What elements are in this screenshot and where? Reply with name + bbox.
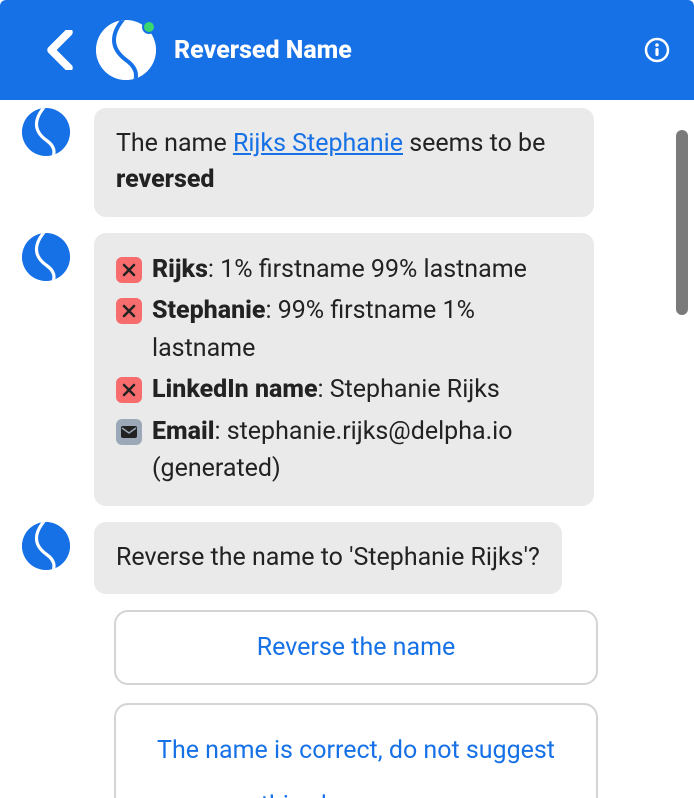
message-row: The name Rijks Stephanie seems to be rev… — [22, 108, 672, 217]
detail-row: Stephanie: 99% firstname 1% lastname — [116, 292, 572, 367]
x-icon — [116, 298, 142, 324]
email-icon — [116, 419, 142, 445]
detail-text: Stephanie: 99% firstname 1% lastname — [152, 292, 572, 367]
page-title: Reversed Name — [174, 36, 644, 65]
chat-body: The name Rijks Stephanie seems to be rev… — [0, 100, 694, 798]
intro-prefix: The name — [116, 129, 233, 158]
message-bubble-details: Rijks: 1% firstname 99% lastname Stephan… — [94, 233, 594, 506]
intro-mid: seems to be — [403, 129, 545, 158]
message-row: Rijks: 1% firstname 99% lastname Stephan… — [22, 233, 672, 506]
back-icon[interactable] — [40, 30, 80, 70]
x-icon — [116, 257, 142, 283]
reverse-name-button[interactable]: Reverse the name — [114, 610, 598, 685]
bot-avatar-small — [22, 522, 70, 570]
scrollbar-thumb[interactable] — [676, 130, 688, 315]
action-buttons: Reverse the name The name is correct, do… — [114, 610, 598, 798]
message-row: Reverse the name to 'Stephanie Rijks'? — [22, 522, 672, 594]
intro-bold: reversed — [116, 165, 214, 194]
detail-text: Rijks: 1% firstname 99% lastname — [152, 251, 572, 289]
message-bubble-prompt: Reverse the name to 'Stephanie Rijks'? — [94, 522, 562, 594]
message-bubble-intro: The name Rijks Stephanie seems to be rev… — [94, 108, 594, 217]
detail-row: Rijks: 1% firstname 99% lastname — [116, 251, 572, 289]
online-status-dot — [142, 20, 156, 34]
detail-row: Email: stephanie.rijks@delpha.io (genera… — [116, 413, 572, 488]
name-correct-button[interactable]: The name is correct, do not suggest me t… — [114, 703, 598, 798]
name-link[interactable]: Rijks Stephanie — [233, 129, 403, 158]
bot-avatar-small — [22, 108, 70, 156]
header-avatar-wrapper — [96, 20, 156, 80]
header: Reversed Name — [0, 0, 694, 100]
detail-row: LinkedIn name: Stephanie Rijks — [116, 371, 572, 409]
detail-text: LinkedIn name: Stephanie Rijks — [152, 371, 572, 409]
bot-avatar-small — [22, 233, 70, 281]
x-icon — [116, 377, 142, 403]
detail-text: Email: stephanie.rijks@delpha.io (genera… — [152, 413, 572, 488]
info-icon[interactable] — [644, 37, 670, 63]
scrollbar[interactable] — [676, 130, 686, 788]
